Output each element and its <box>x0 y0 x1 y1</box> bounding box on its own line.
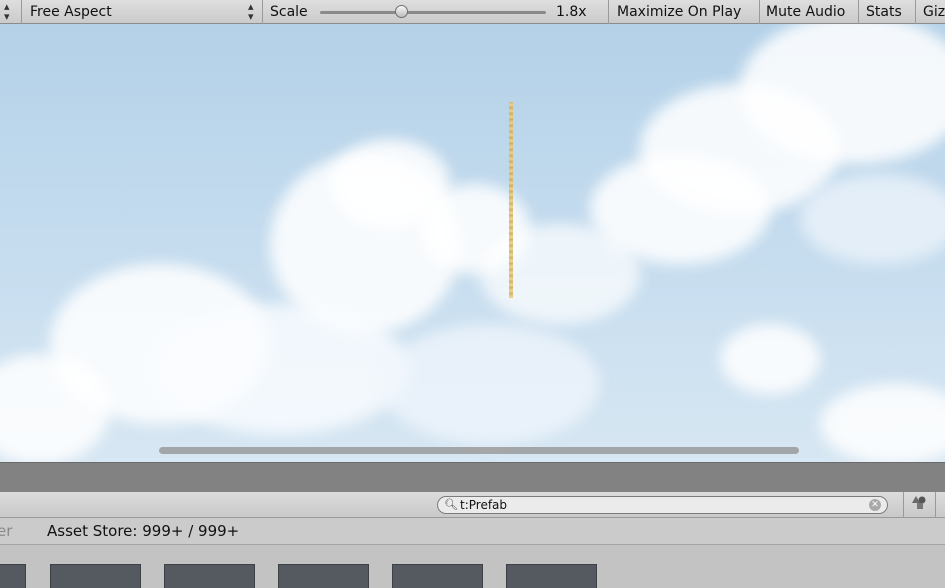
asset-thumbnail[interactable] <box>278 564 369 588</box>
gizmos-dropdown[interactable]: Giz <box>923 3 945 21</box>
asset-thumbnail[interactable] <box>506 564 597 588</box>
toolbar-divider <box>915 0 916 24</box>
game-view-toolbar: ▴ ▾ Free Aspect ▴ ▾ Scale 1.8x Maximize On… <box>0 0 945 24</box>
cloud <box>720 324 820 394</box>
toolbar-divider <box>759 0 760 24</box>
clear-circle-icon[interactable]: ✕ <box>869 499 881 511</box>
toolbar-divider <box>858 0 859 24</box>
search-value: t:Prefab <box>460 498 508 512</box>
panel-divider <box>0 462 945 492</box>
aspect-dropdown[interactable]: Free Aspect ▴ ▾ <box>22 0 262 24</box>
cloud <box>380 324 600 444</box>
stats-toggle[interactable]: Stats <box>866 3 902 21</box>
asset-thumbnail[interactable] <box>392 564 483 588</box>
sprite-object[interactable] <box>509 102 513 298</box>
horizontal-scrollbar[interactable] <box>159 447 799 454</box>
toolbar-divider <box>608 0 609 24</box>
mute-audio-toggle[interactable]: Mute Audio <box>766 3 845 21</box>
maximize-on-play-toggle[interactable]: Maximize On Play <box>617 3 741 21</box>
toolbar-divider <box>935 492 936 518</box>
updown-arrow-icon[interactable]: ▴ ▾ <box>4 1 10 22</box>
asset-thumbnail[interactable] <box>0 564 26 588</box>
filter-label-partial[interactable]: er <box>0 522 12 540</box>
cloud <box>800 174 945 264</box>
scale-value: 1.8x <box>556 4 587 20</box>
search-input[interactable]: 🔍︎ t:Prefab ✕ <box>437 496 888 514</box>
asset-store-bar: er Asset Store: 999+ / 999+ <box>0 518 945 545</box>
magnifier-icon: 🔍︎ <box>444 498 458 511</box>
asset-store-label[interactable]: Asset Store: 999+ / 999+ <box>47 522 239 540</box>
cloud <box>820 384 945 462</box>
project-toolbar: 🔍︎ t:Prefab ✕ <box>0 492 945 518</box>
scale-slider[interactable] <box>320 11 546 14</box>
toolbar-divider <box>262 0 263 24</box>
updown-arrow-icon: ▴ ▾ <box>248 0 254 23</box>
shapes-filter-icon[interactable] <box>907 494 931 515</box>
cloud <box>150 304 410 434</box>
asset-grid <box>0 545 945 588</box>
toolbar-divider <box>903 492 904 518</box>
asset-thumbnail[interactable] <box>164 564 255 588</box>
aspect-label: Free Aspect <box>30 4 112 20</box>
scale-slider-thumb[interactable] <box>395 5 409 18</box>
asset-thumbnail[interactable] <box>50 564 141 588</box>
cloud <box>480 224 640 324</box>
scale-label: Scale <box>270 4 308 20</box>
game-view-canvas[interactable] <box>0 24 945 462</box>
